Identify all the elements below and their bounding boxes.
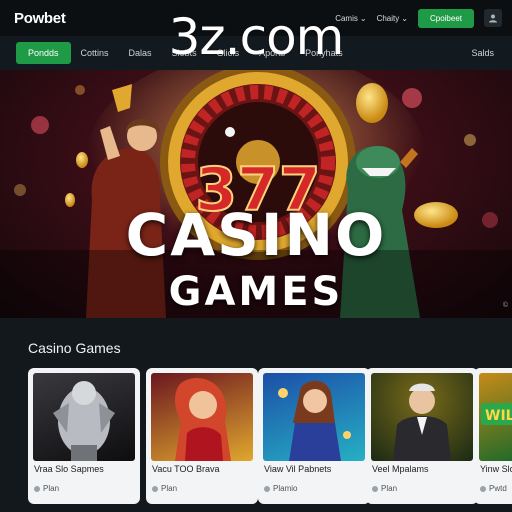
- card-meta: Plan: [152, 484, 177, 493]
- card-title: Viaw Vil Pabnets: [264, 464, 332, 474]
- card-title: Veel Mpalams: [372, 464, 429, 474]
- provider-icon: [372, 485, 378, 492]
- gentleman-dealer-art: [393, 383, 451, 461]
- game-thumbnail: [151, 373, 253, 461]
- bokeh-light: [31, 116, 49, 134]
- hero-subtitle: GAMES: [168, 269, 344, 315]
- game-card[interactable]: WIL Yinw Slo Pwtd: [474, 368, 512, 504]
- hero-copyright: ©: [502, 302, 508, 309]
- hero-title: CASINO: [125, 201, 387, 269]
- bokeh-light: [402, 88, 422, 108]
- card-meta-label: Plan: [43, 484, 60, 493]
- blue-fantasy-heroine-art: [278, 380, 351, 461]
- watermark-domain: 3z.com: [168, 8, 345, 66]
- roulette-ball: [225, 127, 235, 137]
- bokeh-light: [464, 134, 476, 146]
- card-title: Vraa Slo Sapmes: [34, 464, 104, 474]
- game-thumbnail: [263, 373, 365, 461]
- card-meta-label: Plamio: [273, 484, 298, 493]
- game-card[interactable]: Veel Mpalams Plan: [366, 368, 478, 504]
- wild-slot-art: WIL: [481, 403, 512, 425]
- card-meta: Plan: [372, 484, 397, 493]
- provider-icon: [264, 485, 270, 492]
- bokeh-light: [75, 85, 85, 95]
- game-thumbnail: [371, 373, 473, 461]
- card-meta-label: Pwtd: [489, 484, 507, 493]
- provider-icon: [480, 485, 486, 492]
- casino-games-section: Casino Games Vraa Slo Sapmes Plan Vacu T…: [0, 318, 512, 512]
- provider-icon: [34, 485, 40, 492]
- gold-coin: [356, 83, 388, 123]
- casino-page: 3z.com Powbet Camis ⌄ Chaity ⌄ Cpoibeet …: [0, 0, 512, 512]
- svg-text:WIL: WIL: [485, 408, 512, 424]
- game-thumbnail: WIL: [479, 373, 512, 461]
- gold-coin: [76, 152, 88, 168]
- card-title: Vacu TOO Brava: [152, 464, 220, 474]
- game-card[interactable]: Viaw Vil Pabnets Plamio: [258, 368, 370, 504]
- card-meta-label: Plan: [381, 484, 398, 493]
- card-meta-label: Plan: [161, 484, 178, 493]
- silver-warrior-art: [53, 381, 115, 461]
- card-meta: Pwtd: [480, 484, 507, 493]
- red-hair-heroine-art: [175, 377, 231, 461]
- section-title: Casino Games: [28, 340, 121, 356]
- game-thumbnail: [33, 373, 135, 461]
- game-card[interactable]: Vacu TOO Brava Plan: [146, 368, 258, 504]
- card-meta: Plan: [34, 484, 59, 493]
- card-title: Yinw Slo: [480, 464, 512, 474]
- gold-coin: [65, 193, 75, 207]
- hero-banner[interactable]: 377 CASINO GAMES ©: [0, 70, 512, 318]
- bokeh-light: [14, 184, 26, 196]
- card-meta: Plamio: [264, 484, 297, 493]
- provider-icon: [152, 485, 158, 492]
- game-card[interactable]: Vraa Slo Sapmes Plan: [28, 368, 140, 504]
